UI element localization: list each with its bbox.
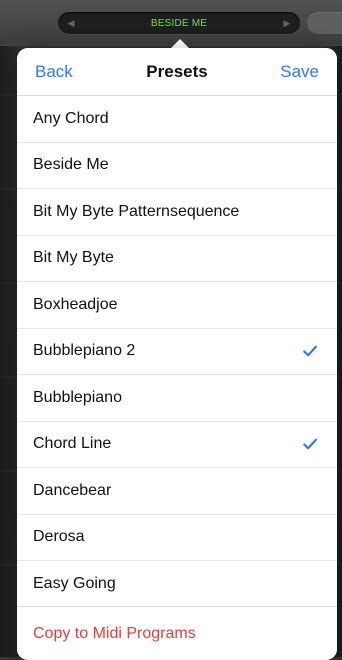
preset-item-label: Bubblepiano 2 [33,342,136,360]
chevron-left-icon[interactable]: ◀ [64,12,78,34]
preset-item-label: Derosa [33,528,85,546]
preset-item-label: Easy Going [33,574,116,592]
presets-popover: Back Presets Save Any Chord Beside Me Bi… [17,48,337,660]
preset-item-label: Bit My Byte [33,249,114,267]
preset-item-label: Any Chord [33,109,109,127]
save-button[interactable]: Save [280,48,319,96]
back-button[interactable]: Back [35,48,73,96]
preset-item-label: Dancebear [33,481,112,499]
preset-item-bubblepiano[interactable]: Bubblepiano [17,375,337,422]
preset-item-label: Bubblepiano [33,388,122,406]
preset-item-chord-line[interactable]: Chord Line [17,421,337,468]
checkmark-icon [301,342,319,360]
copy-to-midi-programs-button[interactable]: Copy to Midi Programs [33,625,196,643]
back-button-label: Back [35,62,73,81]
popover-title: Presets [146,61,208,81]
preset-item-derosa[interactable]: Derosa [17,514,337,561]
preset-item-beside-me[interactable]: Beside Me [17,142,337,189]
preset-item-label: Boxheadjoe [33,295,118,313]
preset-item-bit-my-byte-patternsequence[interactable]: Bit My Byte Patternsequence [17,189,337,236]
preset-item-any-chord[interactable]: Any Chord [17,96,337,143]
preset-item-bit-my-byte[interactable]: Bit My Byte [17,235,337,282]
preset-item-dancebear[interactable]: Dancebear [17,468,337,515]
preset-selector[interactable]: ◀ BESIDE ME ▶ [58,12,300,34]
preset-item-easy-going[interactable]: Easy Going [17,561,337,606]
preset-item-label: Bit My Byte Patternsequence [33,202,240,220]
checkmark-icon [301,435,319,453]
chevron-right-icon[interactable]: ▶ [280,12,294,34]
save-button-label: Save [280,62,319,81]
popover-footer: Copy to Midi Programs [17,606,337,660]
preset-item-label: Chord Line [33,435,112,453]
background-left-strip [0,0,18,657]
preset-item-boxheadjoe[interactable]: Boxheadjoe [17,282,337,329]
copy-to-midi-programs-label: Copy to Midi Programs [33,624,196,642]
popover-header: Back Presets Save [17,48,337,96]
top-right-control[interactable] [307,12,342,34]
preset-item-label: Beside Me [33,156,109,174]
current-preset-name: BESIDE ME [150,17,208,29]
presets-list: Any Chord Beside Me Bit My Byte Patterns… [17,96,337,606]
preset-item-bubblepiano-2[interactable]: Bubblepiano 2 [17,328,337,375]
